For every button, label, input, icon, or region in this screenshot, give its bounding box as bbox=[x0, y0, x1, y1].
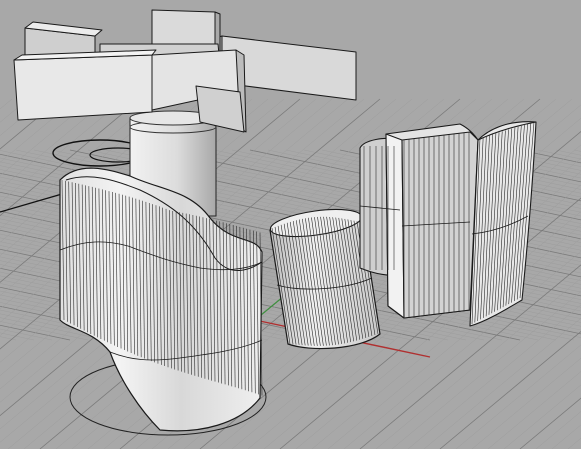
double-panel-wall[interactable] bbox=[359, 121, 537, 327]
scene-canvas[interactable] bbox=[0, 0, 581, 449]
wavy-wall[interactable] bbox=[59, 167, 263, 432]
perspective-viewport[interactable] bbox=[0, 0, 581, 449]
